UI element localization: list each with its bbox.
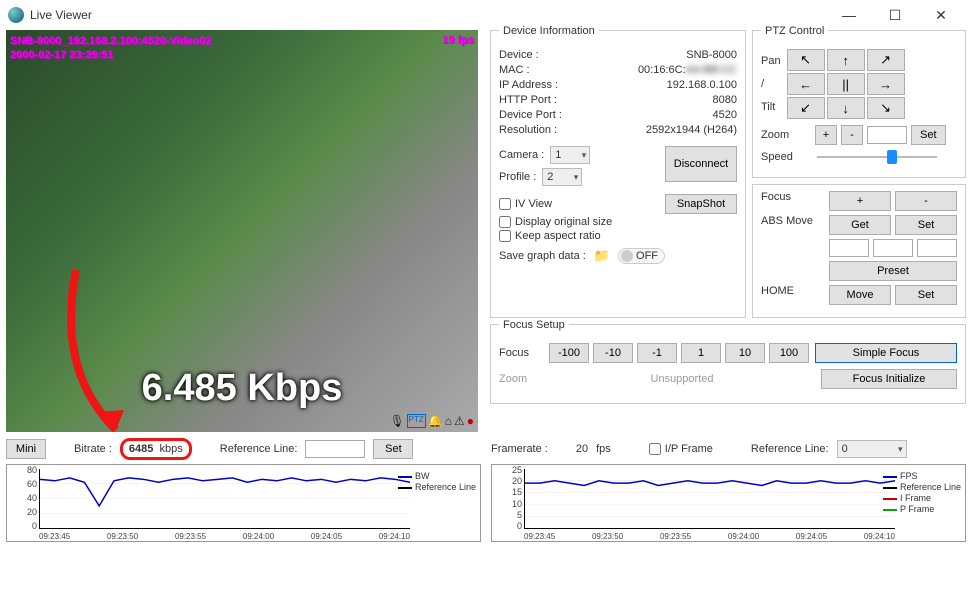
maximize-button[interactable]: ☐: [872, 0, 918, 30]
bitrate-ref-set-button[interactable]: Set: [373, 439, 413, 459]
focus-step--10[interactable]: -10: [593, 343, 633, 363]
annotation-bitrate-text: 6.485 Kbps: [142, 367, 343, 410]
focus-step-100[interactable]: 100: [769, 343, 809, 363]
ptz-up[interactable]: ↑: [827, 49, 865, 71]
abs-input-3[interactable]: [917, 239, 957, 257]
focus-step--100[interactable]: -100: [549, 343, 589, 363]
camera-select[interactable]: 1: [550, 146, 590, 164]
rec-icon: ●: [467, 414, 474, 428]
home-icon: ⌂: [445, 414, 452, 428]
ptz-down-left[interactable]: ↙: [787, 97, 825, 119]
focus-minus-button[interactable]: -: [895, 191, 957, 211]
ptz-stop[interactable]: ||: [827, 73, 865, 95]
video-preview: SNB-8000_192.168.2.100:4520-Video02 2000…: [6, 30, 478, 432]
zoom-set-button[interactable]: Set: [911, 125, 946, 145]
device-info-group: Device Information Device :SNB-8000 MAC …: [490, 30, 746, 318]
focus-initialize-button[interactable]: Focus Initialize: [821, 369, 957, 389]
zoom-in-button[interactable]: +: [815, 125, 837, 145]
fps-ref-select[interactable]: 0: [837, 440, 907, 458]
ptz-control-group: PTZ Control Pan / Tilt ↖ ↑ ↗ ← ||: [752, 30, 966, 178]
video-status-icons: 🎙PTZ🔔⌂⚠●: [389, 414, 474, 428]
minimize-button[interactable]: —: [826, 0, 872, 30]
disconnect-button[interactable]: Disconnect: [665, 146, 737, 182]
preset-button[interactable]: Preset: [829, 261, 957, 281]
speed-slider[interactable]: [817, 148, 937, 166]
home-move-button[interactable]: Move: [829, 285, 891, 305]
profile-select[interactable]: 2: [542, 168, 582, 186]
ptz-down[interactable]: ↓: [827, 97, 865, 119]
keep-ratio-checkbox[interactable]: Keep aspect ratio: [499, 230, 737, 242]
focus-plus-button[interactable]: +: [829, 191, 891, 211]
zoom-out-button[interactable]: -: [841, 125, 863, 145]
ptz-right[interactable]: →: [867, 73, 905, 95]
close-button[interactable]: ✕: [918, 0, 964, 30]
abs-input-1[interactable]: [829, 239, 869, 257]
ptz-up-right[interactable]: ↗: [867, 49, 905, 71]
abs-input-2[interactable]: [873, 239, 913, 257]
ptz-icon: PTZ: [407, 414, 426, 428]
abs-get-button[interactable]: Get: [829, 215, 891, 235]
overlay-stream-id: SNB-8000_192.168.2.100:4520-Video02 2000…: [10, 34, 212, 62]
display-original-checkbox[interactable]: Display original size: [499, 216, 737, 228]
mic-icon: 🎙: [389, 414, 404, 428]
abs-set-button[interactable]: Set: [895, 215, 957, 235]
folder-icon[interactable]: 📁: [594, 248, 610, 264]
bitrate-highlight: 6485 kbps: [120, 438, 192, 460]
bell-icon: 🔔: [428, 414, 443, 428]
focus-column-group: Focus+- ABS MoveGetSet Preset HOMEMoveSe…: [752, 184, 966, 318]
focus-step--1[interactable]: -1: [637, 343, 677, 363]
warn-icon: ⚠: [454, 414, 465, 428]
ivview-checkbox[interactable]: IV View: [499, 198, 552, 210]
save-graph-toggle[interactable]: OFF: [618, 248, 665, 264]
app-icon: [8, 7, 24, 23]
focus-setup-group: Focus Setup Focus -100-10-1110100 Simple…: [490, 324, 966, 404]
simple-focus-button[interactable]: Simple Focus: [815, 343, 957, 363]
overlay-fps: 19 fps: [442, 34, 474, 46]
ptz-up-left[interactable]: ↖: [787, 49, 825, 71]
focus-step-1[interactable]: 1: [681, 343, 721, 363]
home-set-button[interactable]: Set: [895, 285, 957, 305]
fps-chart: 252015105009:23:4509:23:5009:23:5509:24:…: [491, 464, 966, 542]
ipframe-checkbox[interactable]: I/P Frame: [649, 443, 713, 455]
ptz-down-right[interactable]: ↘: [867, 97, 905, 119]
zoom-input[interactable]: [867, 126, 907, 144]
bitrate-ref-input[interactable]: [305, 440, 365, 458]
bitrate-chart: 80604020009:23:4509:23:5009:23:5509:24:0…: [6, 464, 481, 542]
focus-step-10[interactable]: 10: [725, 343, 765, 363]
mini-button[interactable]: Mini: [6, 439, 46, 459]
window-title: Live Viewer: [30, 8, 92, 22]
ptz-left[interactable]: ←: [787, 73, 825, 95]
snapshot-button[interactable]: SnapShot: [665, 194, 737, 214]
